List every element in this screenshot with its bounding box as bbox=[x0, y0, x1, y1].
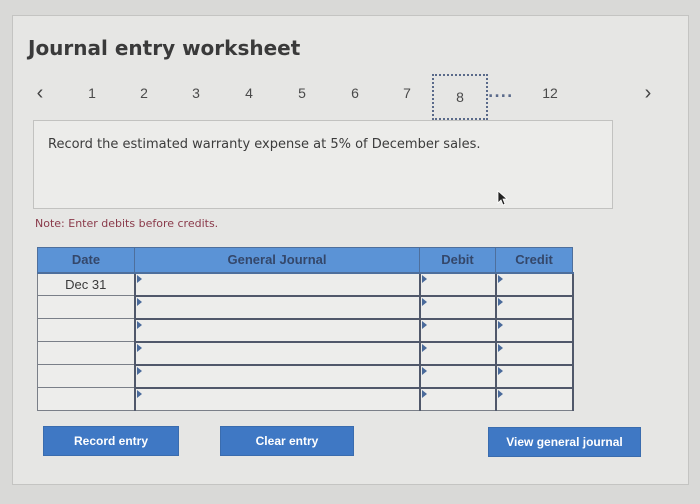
pager-ellipsis: .... bbox=[488, 85, 514, 101]
page-8-active[interactable]: 8 bbox=[432, 74, 488, 120]
account-input-cell[interactable] bbox=[134, 363, 421, 388]
cell-marker-icon bbox=[136, 389, 142, 398]
cell-marker-icon bbox=[421, 389, 427, 398]
page-12[interactable]: 12 bbox=[537, 80, 563, 106]
cell-marker-icon bbox=[497, 389, 503, 398]
date-cell[interactable] bbox=[37, 341, 136, 365]
cell-marker-icon bbox=[497, 297, 503, 306]
debit-input-cell[interactable] bbox=[419, 294, 497, 319]
clear-entry-button[interactable]: Clear entry bbox=[220, 426, 354, 456]
credit-input-cell[interactable] bbox=[495, 317, 574, 342]
debit-input-cell[interactable] bbox=[419, 317, 497, 342]
view-general-journal-button[interactable]: View general journal bbox=[488, 427, 641, 457]
cell-marker-icon bbox=[497, 366, 503, 375]
note-text: Note: Enter debits before credits. bbox=[35, 217, 219, 230]
cell-marker-icon bbox=[136, 320, 142, 329]
cell-marker-icon bbox=[497, 343, 503, 352]
account-input-cell[interactable] bbox=[134, 294, 421, 319]
table-row bbox=[37, 317, 574, 342]
debit-input-cell[interactable] bbox=[419, 271, 497, 296]
page-3[interactable]: 3 bbox=[186, 80, 206, 106]
debit-input-cell[interactable] bbox=[419, 386, 497, 411]
cell-marker-icon bbox=[421, 320, 427, 329]
cell-marker-icon bbox=[136, 297, 142, 306]
debit-input-cell[interactable] bbox=[419, 363, 497, 388]
cell-marker-icon bbox=[497, 274, 503, 283]
date-cell[interactable]: Dec 31 bbox=[37, 272, 136, 296]
date-cell[interactable] bbox=[37, 318, 136, 342]
page-1[interactable]: 1 bbox=[82, 80, 102, 106]
credit-input-cell[interactable] bbox=[495, 294, 574, 319]
credit-input-cell[interactable] bbox=[495, 363, 574, 388]
page-4[interactable]: 4 bbox=[239, 80, 259, 106]
credit-input-cell[interactable] bbox=[495, 386, 574, 411]
table-row bbox=[37, 363, 574, 388]
table-header-row: Date General Journal Debit Credit bbox=[37, 247, 573, 274]
table-row: Dec 31 bbox=[37, 271, 574, 296]
header-debit: Debit bbox=[419, 247, 496, 274]
journal-table: Date General Journal Debit Credit Dec 31 bbox=[37, 247, 574, 411]
page-5[interactable]: 5 bbox=[292, 80, 312, 106]
date-cell[interactable] bbox=[37, 364, 136, 388]
page-title: Journal entry worksheet bbox=[28, 36, 301, 60]
prev-page-icon[interactable]: ‹ bbox=[30, 80, 50, 106]
cell-marker-icon bbox=[421, 297, 427, 306]
mouse-cursor-icon bbox=[497, 190, 509, 206]
prompt-text: Record the estimated warranty expense at… bbox=[48, 137, 481, 152]
cell-marker-icon bbox=[421, 366, 427, 375]
cell-marker-icon bbox=[421, 274, 427, 283]
date-cell[interactable] bbox=[37, 295, 136, 319]
pager: ‹ 1 2 3 4 5 6 7 8 .... 12 › bbox=[0, 74, 700, 120]
credit-input-cell[interactable] bbox=[495, 271, 574, 296]
account-input-cell[interactable] bbox=[134, 386, 421, 411]
table-row bbox=[37, 340, 574, 365]
account-input-cell[interactable] bbox=[134, 271, 421, 296]
page-6[interactable]: 6 bbox=[345, 80, 365, 106]
table-row bbox=[37, 294, 574, 319]
header-general-journal: General Journal bbox=[134, 247, 420, 274]
cell-marker-icon bbox=[497, 320, 503, 329]
cell-marker-icon bbox=[421, 343, 427, 352]
record-entry-button[interactable]: Record entry bbox=[43, 426, 179, 456]
account-input-cell[interactable] bbox=[134, 340, 421, 365]
cell-marker-icon bbox=[136, 343, 142, 352]
header-date: Date bbox=[37, 247, 135, 274]
date-cell[interactable] bbox=[37, 387, 136, 411]
credit-input-cell[interactable] bbox=[495, 340, 574, 365]
account-input-cell[interactable] bbox=[134, 317, 421, 342]
table-row bbox=[37, 386, 574, 411]
page-2[interactable]: 2 bbox=[134, 80, 154, 106]
page-7[interactable]: 7 bbox=[397, 80, 417, 106]
cell-marker-icon bbox=[136, 366, 142, 375]
cell-marker-icon bbox=[136, 274, 142, 283]
header-credit: Credit bbox=[495, 247, 573, 274]
next-page-icon[interactable]: › bbox=[638, 80, 658, 106]
prompt-box: Record the estimated warranty expense at… bbox=[33, 120, 613, 209]
debit-input-cell[interactable] bbox=[419, 340, 497, 365]
